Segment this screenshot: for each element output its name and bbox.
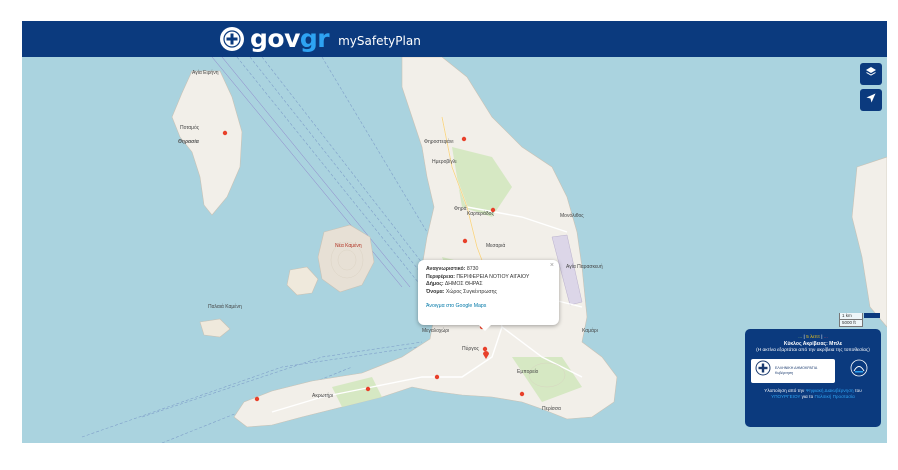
hellenic-emblem-icon [755,360,771,381]
support-mid: του [854,387,862,393]
info-panel: ... | 5 λεπτ | ... Κύκλος Ακρίβειας: Μπλ… [745,329,881,427]
map-label: Φηροστεφάνι [424,139,454,145]
app-name: mySafetyPlan [338,34,421,48]
app-frame: govgr mySafetyPlan Αγία Ειρήνη Ποταμός Θ… [22,21,887,443]
support-prefix: Υλοποίηση από την [764,387,805,393]
logo-main-text: gov [250,24,300,53]
map-scale: 1 km 5000 ft [839,313,863,327]
popup-name-value: Χώρος Συγκέντρωσης [445,288,497,295]
poi-marker [365,386,371,392]
popup-region-value: ΠΕΡΙΦΕΡΕΙΑ ΝΟΤΙΟΥ ΑΙΓΑΙΟΥ [456,273,530,280]
popup-id-row: Αναγνωριστικό: 8730 [426,266,551,274]
panel-toggle-tab[interactable] [864,313,880,318]
map-label: Καρτεράδος [467,211,494,217]
poi-marker [434,374,440,380]
popup-close-button[interactable]: × [550,262,554,269]
popup-municipality-row: Δήμος: ΔΗΜΟΣ ΘΗΡΑΣ [426,281,551,289]
logo-wordmark: govgr [250,24,330,53]
status-right: ... [823,335,828,340]
civil-protection-logo [849,359,869,382]
map-label: Ημεροβίγλι [432,159,457,165]
greek-emblem-icon [220,27,244,51]
popup-municipality-label: Δήμος: [426,281,444,287]
scale-metric: 1 km [839,313,863,320]
partner-logos: ΕΛΛΗΝΙΚΗ ΔΗΜΟΚΡΑΤΙΑ Κυβέρνηση [751,358,875,383]
location-popup: × Αναγνωριστικό: 8730 Περιφέρεια: ΠΕΡΙΦΕ… [418,260,559,331]
top-bar: govgr mySafetyPlan [22,21,887,57]
scale-imperial: 5000 ft [839,320,863,327]
poi-marker [519,391,525,397]
hd-name: ΕΛΛΗΝΙΚΗ ΔΗΜΟΚΡΑΤΙΑ [775,366,818,370]
hd-sub: Κυβέρνηση [775,370,794,375]
layers-icon [865,65,877,83]
map-label: Μεσαριά [486,243,506,249]
map-label: Εμπορείο [517,369,539,375]
poi-marker [461,136,467,142]
map-label: Αγία Παρασκευή [566,264,603,270]
popup-id-value: 8730 [466,266,479,272]
poi-marker [462,238,468,244]
popup-id-label: Αναγνωριστικό: [426,266,466,272]
map-label: Αγία Ειρήνη [192,70,219,76]
map-label: Μεγαλοχώρι [422,328,450,334]
map-label: Πύργος [462,346,479,352]
popup-name-row: Όνομα: Χώρος Συγκέντρωσης [426,289,551,297]
support-suffix: για το [801,393,814,399]
map-label: Μονόλιθος [560,213,584,219]
status-mid: 5 λεπτ [806,335,820,340]
map-label: Ποταμός [180,125,200,131]
support-link-digital-gov[interactable]: Ψηφιακή Διακυβέρνηση [806,388,854,393]
poi-marker [482,346,488,352]
map-label: Νέα Καμένη [335,243,362,249]
popup-municipality-value: ΔΗΜΟΣ ΘΗΡΑΣ [444,281,483,287]
locate-button[interactable] [860,89,882,111]
popup-region-row: Περιφέρεια: ΠΕΡΙΦΕΡΕΙΑ ΝΟΤΙΟΥ ΑΙΓΑΙΟΥ [426,274,551,282]
govgr-logo[interactable]: govgr mySafetyPlan [220,24,421,54]
popup-region-label: Περιφέρεια: [426,273,455,280]
map-label: Θηρασία [178,139,199,145]
layers-button[interactable] [860,63,882,85]
support-text: Υλοποίηση από την Ψηφιακή Διακυβέρνηση τ… [751,388,875,400]
map-label: Παλαιά Καμένη [208,304,242,310]
map-label: Ακρωτήρι [312,393,334,399]
civil-protection-icon [850,359,868,382]
map-label: Περίσσα [542,406,561,412]
popup-name-label: Όνομα: [426,288,445,295]
logo-accent-text: gr [299,24,330,53]
accuracy-note: (Η ακτίνα εξαρτάται από την ακρίβεια της… [756,347,870,353]
locate-icon [865,91,877,109]
map-label: Καμάρι [582,328,598,334]
poi-marker [222,130,228,136]
map-label: Φηρά [454,206,467,212]
hellenic-republic-text: ΕΛΛΗΝΙΚΗ ΔΗΜΟΚΡΑΤΙΑ Κυβέρνηση [775,366,817,375]
support-link-civil-protection[interactable]: Πολιτική Προστασία [815,394,855,399]
support-link-ministry[interactable]: ΥΠΟΥΡΓΕΙΟΥ [771,394,800,399]
google-maps-link[interactable]: Άνοιγμα στο Google Maps [426,303,551,309]
poi-marker [254,396,260,402]
hellenic-republic-logo: ΕΛΛΗΝΙΚΗ ΔΗΜΟΚΡΑΤΙΑ Κυβέρνηση [751,358,835,383]
